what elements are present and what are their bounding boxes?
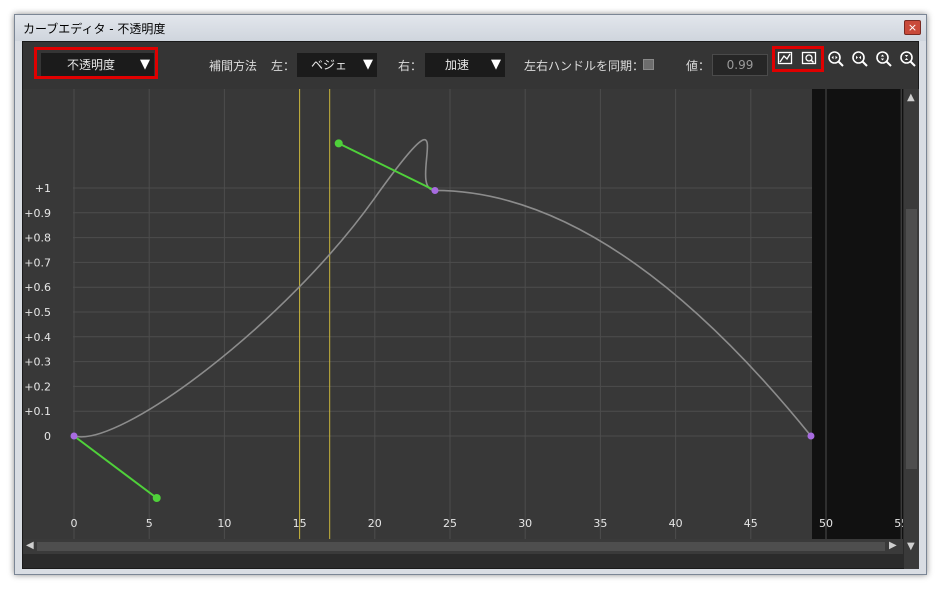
scroll-down-icon[interactable]: ▼ [907,541,915,552]
x-tick-label: 10 [217,517,231,530]
y-tick-label: +0.1 [24,405,51,418]
zoom-vertical-out-icon[interactable] [899,50,917,68]
editor-client-area: 不透明度 ▼ 補間方法 左： ベジェ ▼ 右： 加速 ▼ 左右ハンドルを同期： … [22,41,919,569]
y-tick-label: +0.9 [24,207,51,220]
bezier-handle-line [338,142,436,192]
zoom-horizontal-out-icon[interactable] [851,50,869,68]
x-tick-label: 55 [894,517,903,530]
vertical-scroll-thumb[interactable] [906,209,917,469]
bezier-handle-point [334,139,343,148]
keyframe-point [807,432,815,440]
animation-curve [73,138,812,438]
fit-graph-icon[interactable] [776,50,794,68]
scroll-up-icon[interactable]: ▲ [907,92,915,103]
window-title: カーブエディタ - 不透明度 [23,22,166,36]
zoom-vertical-in-icon[interactable] [875,50,893,68]
y-tick-label: +0.7 [24,256,51,269]
title-bar[interactable]: カーブエディタ - 不透明度 × [15,15,926,41]
interp-label: 補間方法 [209,59,258,73]
curve-graph-svg[interactable]: 0510152025303540455055+1+0.9+0.8+0.7+0.6… [23,89,903,539]
y-tick-label: +0.2 [24,380,51,393]
x-tick-label: 20 [368,517,382,530]
y-tick-label: +0.8 [24,232,51,245]
curve-editor-window: カーブエディタ - 不透明度 × 不透明度 ▼ 補間方法 左： ベジェ ▼ 右：… [14,14,927,575]
value-label: 値： [686,59,711,73]
bezier-handle-point [152,494,161,502]
close-button[interactable]: × [904,20,921,35]
fit-selection-icon[interactable] [800,50,818,68]
curve-graph-area[interactable]: 0510152025303540455055+1+0.9+0.8+0.7+0.6… [23,89,903,539]
left-interp-value: ベジェ [310,58,347,72]
y-tick-label: +1 [35,182,51,195]
sync-handles-checkbox[interactable] [643,59,654,70]
value-field[interactable]: 0.99 [712,54,768,76]
keyframe-point [431,186,439,194]
horizontal-scroll-thumb[interactable] [37,542,885,551]
right-interp-value: 加速 [444,58,469,72]
scroll-left-icon[interactable]: ◀ [26,540,34,551]
y-tick-label: 0 [44,430,51,443]
chevron-down-icon: ▼ [491,57,501,72]
toolbar: 不透明度 ▼ 補間方法 左： ベジェ ▼ 右： 加速 ▼ 左右ハンドルを同期： … [23,42,918,89]
left-interp-label: 左： [271,59,296,73]
chevron-down-icon: ▼ [363,57,373,72]
bezier-handle-line [73,435,158,499]
x-tick-label: 30 [518,517,532,530]
left-interp-dropdown[interactable]: ベジェ ▼ [297,53,377,77]
y-tick-label: +0.5 [24,306,51,319]
y-tick-label: +0.3 [24,356,51,369]
scroll-right-icon[interactable]: ▶ [889,540,897,551]
x-tick-label: 45 [744,517,758,530]
x-tick-label: 40 [669,517,683,530]
y-tick-label: +0.6 [24,281,51,294]
x-tick-label: 5 [146,517,153,530]
right-interp-dropdown[interactable]: 加速 ▼ [425,53,505,77]
sync-handles-label: 左右ハンドルを同期： [524,59,645,73]
x-tick-label: 35 [593,517,607,530]
highlight-property [34,47,158,79]
x-tick-label: 25 [443,517,457,530]
zoom-horizontal-in-icon[interactable] [827,50,845,68]
x-tick-label: 50 [819,517,833,530]
horizontal-scrollbar[interactable]: ◀ ▶ [23,539,903,554]
right-interp-label: 右： [398,59,423,73]
keyframe-point [70,432,78,440]
x-tick-label: 0 [71,517,78,530]
y-tick-label: +0.4 [24,331,51,344]
vertical-scrollbar[interactable]: ▲ ▼ [904,89,919,569]
